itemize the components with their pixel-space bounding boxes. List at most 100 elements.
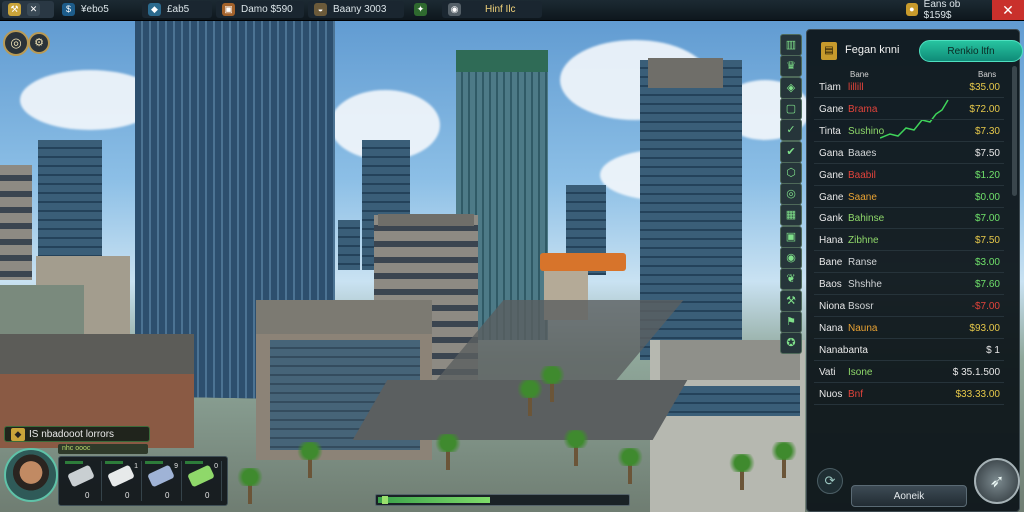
helmet-icon: ◒ [314, 3, 327, 16]
market-row-value: $7.00 [974, 213, 1000, 225]
inventory-slots: 0109000 [58, 456, 228, 506]
side-button-13[interactable]: ⚒ [780, 289, 802, 312]
market-row-value: $7.30 [974, 125, 1000, 137]
market-row-name: Nuos [819, 388, 843, 400]
weapon-icon [67, 464, 95, 488]
market-row[interactable]: Niona Bsosr -$7.00 [814, 297, 1004, 317]
market-action-button[interactable]: Renkio ltfn [919, 40, 1023, 62]
slot-bar [145, 461, 163, 464]
briefcase-icon: ▣ [222, 3, 235, 16]
tools-icon: ⚒ [8, 3, 21, 16]
inventory-slot[interactable]: 10 [103, 461, 142, 501]
slot-icon: ◉ [786, 252, 796, 264]
money-icon: $ [62, 3, 75, 16]
shield-icon: ◈ [786, 81, 796, 94]
hammer-icon: ⚑ [786, 315, 796, 328]
side-button-9[interactable]: ▦ [780, 204, 802, 227]
cart-icon: ✓ [786, 124, 796, 137]
market-row[interactable]: Bane Ranse $3.00 [814, 253, 1004, 274]
slot-count: 0 [85, 491, 90, 500]
market-row-name: Baos [819, 279, 842, 291]
side-button-11[interactable]: ◉ [780, 247, 802, 269]
inventory-slot[interactable]: 0 [63, 461, 102, 501]
market-row-name: Bane [819, 257, 843, 269]
market-row[interactable]: Nana Nauna $93.00 [814, 319, 1004, 339]
character-name: IS nbadooot lorrors [29, 429, 115, 440]
market-footer-button[interactable]: Aoneik [851, 485, 967, 507]
settings-button[interactable]: ⚙ [28, 32, 50, 54]
side-button-6[interactable]: ✔ [780, 140, 802, 163]
market-row-ticker: Saane [848, 191, 877, 203]
market-row[interactable]: Tiam lillill $35.00 [814, 78, 1004, 98]
market-row[interactable]: Nanabanta $ 1 [814, 341, 1004, 361]
side-button-1[interactable]: ▥ [780, 34, 802, 56]
market-row-ticker: Zibhne [848, 235, 879, 247]
market-panel-title: Fegan knni [845, 44, 900, 56]
chip-icon: ◆ [148, 3, 161, 16]
slot-top-count: 0 [214, 463, 218, 470]
side-button-12[interactable]: ❦ [780, 268, 802, 291]
check-icon: ✔ [786, 145, 796, 158]
market-row-name: Gana [819, 147, 844, 159]
inventory-slot[interactable]: 00 [183, 461, 222, 501]
market-row-ticker: Brama [848, 103, 878, 115]
slot-count: 0 [125, 491, 130, 500]
market-row-name: Gane [819, 169, 844, 181]
topbar-item-3[interactable]: ▣ Damo $590 [216, 1, 304, 18]
avatar[interactable] [4, 448, 58, 502]
market-row[interactable]: Vati Isone $ 35.1.500 [814, 363, 1004, 383]
market-row-value: $0.00 [974, 191, 1000, 203]
slot-bar [105, 461, 123, 464]
side-button-3[interactable]: ◈ [780, 76, 802, 99]
topbar-right[interactable]: ● Eans ob $159$ [900, 0, 990, 21]
market-row-ticker: Isone [848, 366, 873, 378]
topbar-item-5[interactable]: ✦ [408, 1, 436, 18]
slot-top-count: 1 [134, 463, 138, 470]
camera-icon: ◎ [10, 35, 22, 50]
side-button-10[interactable]: ▣ [780, 225, 802, 248]
camera-button[interactable]: ◎ [3, 30, 29, 56]
market-scrollbar[interactable] [1012, 66, 1017, 196]
character-label[interactable]: ◆ IS nbadooot lorrors [4, 426, 150, 442]
market-row[interactable]: Baos Shshhe $7.60 [814, 275, 1004, 296]
trophy-icon: ♛ [786, 60, 796, 73]
side-button-8[interactable]: ◎ [780, 183, 802, 206]
topbar-item-2[interactable]: ◆ £ab5 [142, 1, 212, 18]
market-row[interactable]: Hana Zibhne $7.50 [814, 231, 1004, 252]
market-row-value: $7.50 [974, 235, 1000, 247]
side-button-4[interactable]: ▢ [780, 97, 802, 120]
market-row[interactable]: Gane Baabil $1.20 [814, 166, 1004, 186]
market-row[interactable]: Tinta Sushino $7.30 [814, 122, 1004, 142]
market-row-name: Gane [819, 103, 844, 115]
planet-icon: ◉ [448, 3, 461, 16]
market-row-value: $7.60 [974, 279, 1000, 291]
market-row[interactable]: Gane Brama $72.00 [814, 100, 1004, 120]
badge-icon: ◆ [11, 428, 25, 441]
inventory-slot[interactable]: 90 [143, 461, 182, 501]
side-button-5[interactable]: ✓ [780, 119, 802, 142]
refresh-button[interactable]: ⟳ [817, 468, 843, 494]
side-button-14[interactable]: ⚑ [780, 310, 802, 333]
topbar-label-6: Hinf Ilc [485, 4, 516, 15]
market-row-value: $33.33.00 [955, 388, 1001, 400]
slot-count: 0 [205, 491, 210, 500]
market-row[interactable]: Gana Baaes $7.50 [814, 144, 1004, 164]
market-row-ticker: lillill [848, 82, 864, 93]
topbar-item-1[interactable]: $ ¥ebo5 [56, 1, 136, 18]
market-row-name: Nana [819, 322, 843, 334]
chart-icon: ▥ [785, 39, 797, 51]
market-row[interactable]: Nuos Bnf $33.33.00 [814, 385, 1004, 405]
market-row-name: Vati [819, 366, 836, 378]
market-panel-header: ▤ Fegan knni Renkio ltfn [815, 38, 1023, 64]
close-button[interactable]: ✕ [992, 0, 1024, 20]
market-row[interactable]: Gane Saane $0.00 [814, 188, 1004, 208]
wrench-icon: ✕ [27, 3, 40, 16]
side-button-2[interactable]: ♛ [780, 55, 802, 78]
side-button-7[interactable]: ⬡ [780, 161, 802, 184]
side-button-15[interactable]: ✪ [780, 332, 802, 355]
topbar-item-4[interactable]: ◒ Baany 3003 [308, 1, 404, 18]
market-row[interactable]: Gank Bahinse $7.00 [814, 209, 1004, 230]
topbar-item-6[interactable]: ◉ Hinf Ilc [442, 1, 542, 18]
topbar-tools[interactable]: ⚒ ✕ [2, 1, 54, 18]
compass-button[interactable]: ➶ [974, 458, 1020, 504]
